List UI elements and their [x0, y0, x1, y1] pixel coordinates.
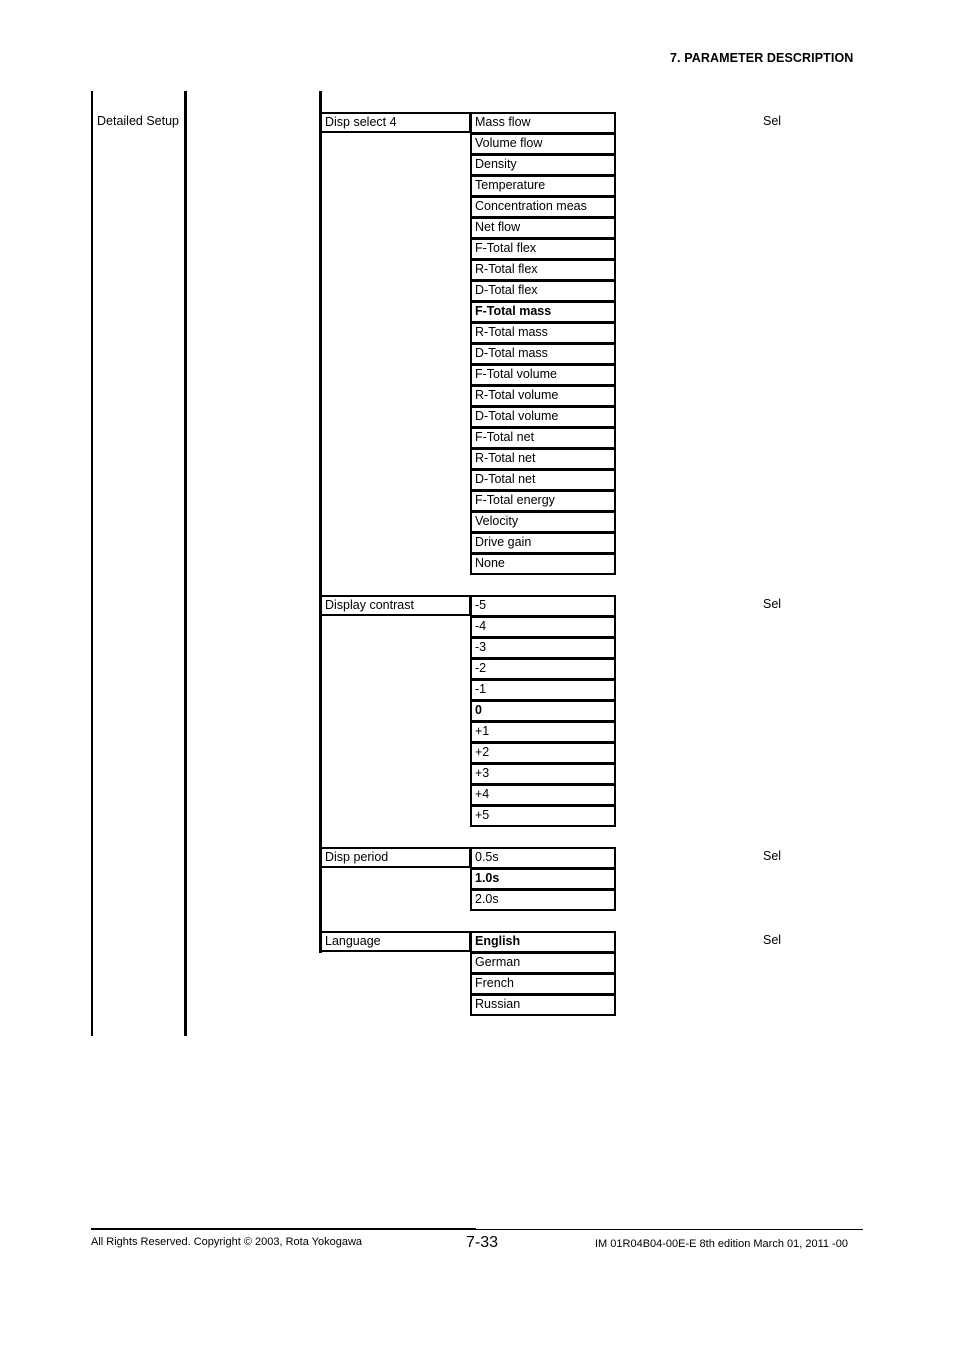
option-item: None [470, 553, 616, 575]
option-default: F-Total mass [470, 301, 616, 323]
option-item: R-Total flex [470, 259, 616, 281]
access-type: Sel [763, 114, 782, 128]
option-item: 2.0s [470, 889, 616, 911]
option-item: R-Total volume [470, 385, 616, 407]
option-item: D-Total net [470, 469, 616, 491]
option-item: -2 [470, 658, 616, 680]
parameter-name: Disp period [320, 847, 471, 868]
parameter-name: Language [320, 931, 471, 952]
section-label-detailed-setup: Detailed Setup [97, 114, 180, 128]
option-item: French [470, 973, 616, 995]
access-type: Sel [763, 849, 782, 863]
option-item: Concentration meas [470, 196, 616, 218]
option-item: Volume flow [470, 133, 616, 155]
footer-rule [476, 1229, 863, 1230]
option-default: 1.0s [470, 868, 616, 890]
access-type: Sel [763, 597, 782, 611]
option-item: -3 [470, 637, 616, 659]
tree-line-level-3 [319, 91, 322, 953]
option-item: Mass flow [470, 112, 616, 134]
option-item: -4 [470, 616, 616, 638]
option-default: English [470, 931, 616, 953]
footer-rule [91, 1228, 476, 1230]
option-item: F-Total net [470, 427, 616, 449]
option-item: D-Total mass [470, 343, 616, 365]
footer-doc-id: IM 01R04B04-00E-E 8th edition March 01, … [595, 1238, 848, 1250]
option-item: -5 [470, 595, 616, 617]
option-item: F-Total energy [470, 490, 616, 512]
tree-line-level-2 [184, 91, 187, 1036]
footer-page-number: 7-33 [466, 1234, 499, 1251]
option-item: Temperature [470, 175, 616, 197]
option-item: +5 [470, 805, 616, 827]
option-item: +2 [470, 742, 616, 764]
access-type: Sel [763, 933, 782, 947]
option-item: F-Total flex [470, 238, 616, 260]
option-item: -1 [470, 679, 616, 701]
option-item: R-Total mass [470, 322, 616, 344]
option-item: Russian [470, 994, 616, 1016]
page-header-title: 7. PARAMETER DESCRIPTION [670, 51, 854, 65]
option-item: +3 [470, 763, 616, 785]
footer-copyright: All Rights Reserved. Copyright © 2003, R… [91, 1236, 363, 1248]
option-item: Net flow [470, 217, 616, 239]
option-item: D-Total volume [470, 406, 616, 428]
option-item: D-Total flex [470, 280, 616, 302]
option-default: 0 [470, 700, 616, 722]
parameter-name: Disp select 4 [320, 112, 471, 133]
option-item: +1 [470, 721, 616, 743]
option-item: F-Total volume [470, 364, 616, 386]
option-item: Velocity [470, 511, 616, 533]
option-item: R-Total net [470, 448, 616, 470]
option-item: +4 [470, 784, 616, 806]
parameter-name: Display contrast [320, 595, 471, 616]
option-item: 0.5s [470, 847, 616, 869]
option-item: German [470, 952, 616, 974]
option-item: Density [470, 154, 616, 176]
option-item: Drive gain [470, 532, 616, 554]
tree-line-level-1 [91, 91, 93, 1036]
